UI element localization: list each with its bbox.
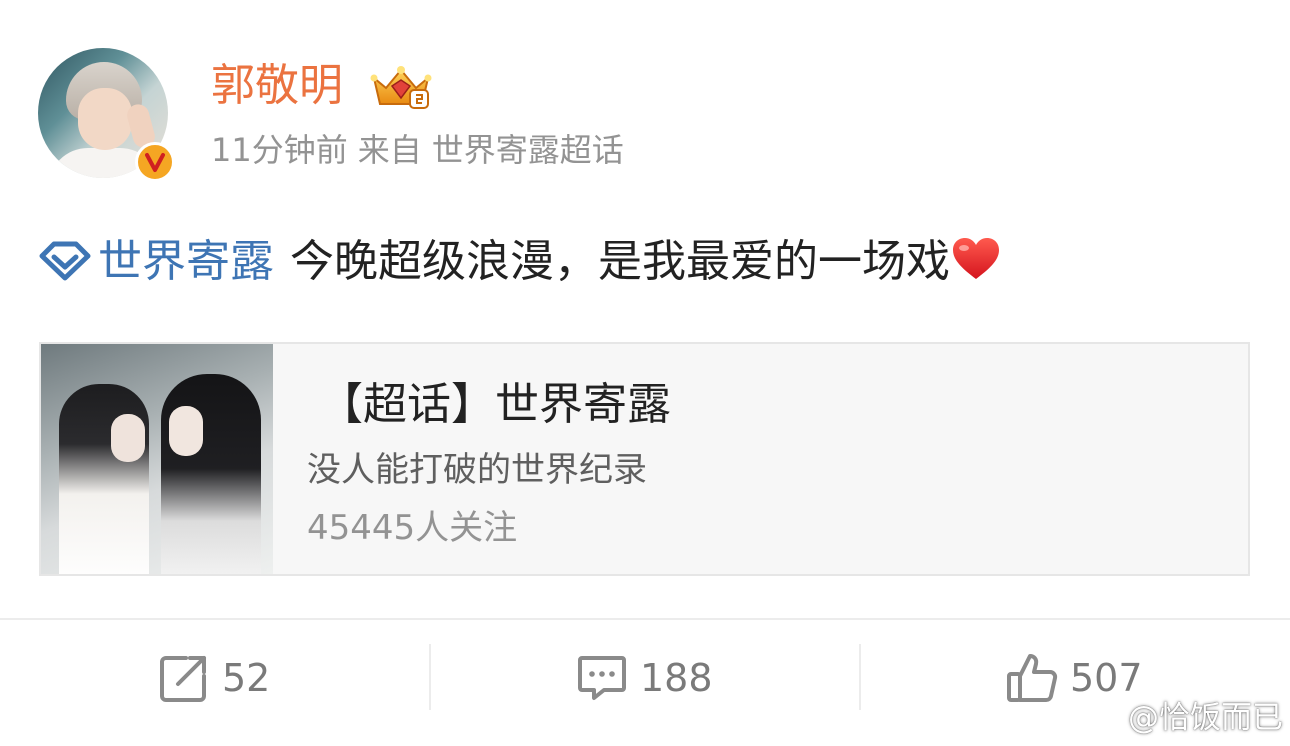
card-followers: 45445人关注	[307, 508, 518, 548]
post-content: 世界寄露 今晚超级浪漫，是我最爱的一场戏	[38, 230, 1258, 294]
verified-icon	[135, 142, 175, 182]
card-thumbnail	[41, 344, 273, 574]
comment-button[interactable]: 188	[574, 640, 713, 716]
thumbnail-figure-left	[59, 384, 149, 574]
watermark: @恰饭而已	[1086, 690, 1283, 738]
card-description: 没人能打破的世界纪录	[307, 450, 647, 490]
vip-crown-icon[interactable]	[368, 62, 434, 112]
comment-icon	[578, 656, 626, 700]
watermark-text: @恰饭而已	[1128, 699, 1283, 736]
repost-icon	[160, 656, 206, 702]
repost-button[interactable]: 52	[156, 640, 270, 716]
heart-emoji-icon	[953, 238, 999, 279]
post-source[interactable]: 世界寄露超话	[432, 131, 624, 169]
post-time[interactable]: 11分钟前	[211, 131, 348, 169]
card-title: 【超话】世界寄露	[319, 379, 671, 430]
action-separator	[859, 644, 861, 710]
action-separator	[429, 644, 431, 710]
weibo-logo-icon	[1086, 699, 1125, 730]
comment-count: 188	[640, 656, 713, 700]
repost-count: 52	[222, 656, 271, 700]
topic-link[interactable]: 世界寄露	[98, 236, 274, 287]
super-topic-diamond-icon[interactable]	[38, 238, 92, 282]
thumbs-up-icon	[1007, 654, 1058, 702]
action-bar-divider	[0, 618, 1290, 620]
thumbnail-face-right	[169, 406, 203, 456]
source-prefix: 来自	[357, 131, 422, 169]
post-meta: 11分钟前 来自 世界寄露超话	[211, 128, 634, 172]
thumbnail-face-left	[111, 414, 145, 462]
author-name[interactable]: 郭敬明	[211, 56, 343, 116]
super-topic-card[interactable]: 【超话】世界寄露 没人能打破的世界纪录 45445人关注	[39, 342, 1250, 576]
author-avatar-wrap[interactable]	[38, 48, 175, 182]
thumbnail-figure-right	[161, 374, 261, 574]
post-text: 今晚超级浪漫，是我最爱的一场戏	[290, 236, 950, 287]
avatar-face	[78, 88, 132, 150]
